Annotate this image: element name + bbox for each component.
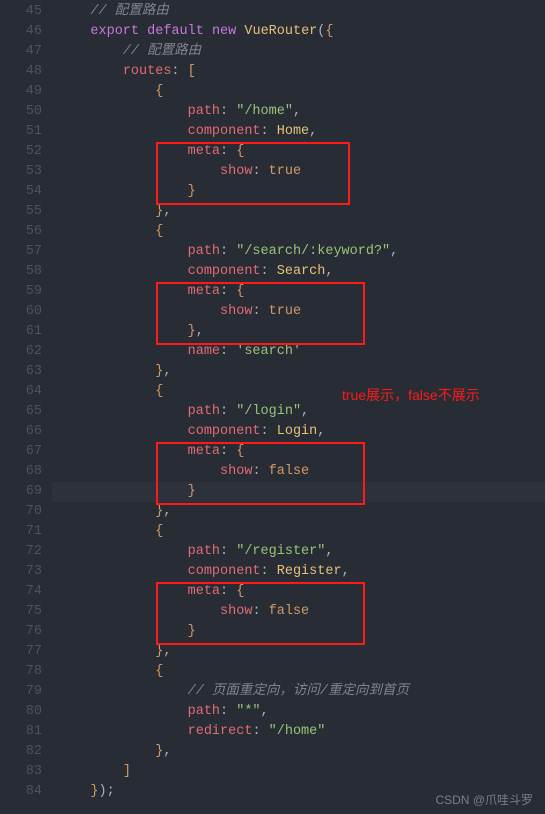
line-number: 53 — [0, 162, 42, 182]
code-line[interactable]: show: true — [52, 162, 545, 182]
code-line[interactable]: { — [52, 662, 545, 682]
code-line[interactable]: } — [52, 182, 545, 202]
code-line[interactable]: path: "/home", — [52, 102, 545, 122]
code-line[interactable]: { — [52, 222, 545, 242]
code-line[interactable]: name: 'search' — [52, 342, 545, 362]
line-number: 57 — [0, 242, 42, 262]
code-line[interactable]: meta: { — [52, 582, 545, 602]
code-line[interactable]: // 配置路由 — [52, 42, 545, 62]
line-number: 48 — [0, 62, 42, 82]
annotation-text: true展示，false不展示 — [342, 385, 480, 405]
code-line[interactable]: component: Register, — [52, 562, 545, 582]
line-number: 49 — [0, 82, 42, 102]
code-line[interactable]: { — [52, 82, 545, 102]
code-line[interactable]: meta: { — [52, 142, 545, 162]
line-number: 75 — [0, 602, 42, 622]
line-number: 84 — [0, 782, 42, 802]
line-number: 61 — [0, 322, 42, 342]
code-line[interactable]: // 配置路由 — [52, 2, 545, 22]
line-number: 55 — [0, 202, 42, 222]
line-number-gutter: 4546474849505152535455565758596061626364… — [0, 0, 52, 814]
code-editor[interactable]: 4546474849505152535455565758596061626364… — [0, 0, 545, 814]
code-line[interactable]: }, — [52, 362, 545, 382]
line-number: 67 — [0, 442, 42, 462]
line-number: 78 — [0, 662, 42, 682]
line-number: 71 — [0, 522, 42, 542]
code-line[interactable]: path: "/search/:keyword?", — [52, 242, 545, 262]
code-line[interactable]: meta: { — [52, 282, 545, 302]
line-number: 80 — [0, 702, 42, 722]
code-line[interactable]: ] — [52, 762, 545, 782]
code-area[interactable]: // 配置路由 export default new VueRouter({ /… — [52, 0, 545, 814]
code-line[interactable]: }, — [52, 202, 545, 222]
code-line[interactable]: show: true — [52, 302, 545, 322]
line-number: 63 — [0, 362, 42, 382]
code-line[interactable]: component: Home, — [52, 122, 545, 142]
code-line[interactable]: { — [52, 522, 545, 542]
code-line[interactable]: } — [52, 482, 545, 502]
line-number: 51 — [0, 122, 42, 142]
line-number: 82 — [0, 742, 42, 762]
line-number: 52 — [0, 142, 42, 162]
line-number: 73 — [0, 562, 42, 582]
code-line[interactable]: component: Login, — [52, 422, 545, 442]
watermark-prefix: CSDN — [435, 793, 469, 807]
line-number: 59 — [0, 282, 42, 302]
line-number: 56 — [0, 222, 42, 242]
line-number: 79 — [0, 682, 42, 702]
line-number: 66 — [0, 422, 42, 442]
line-number: 54 — [0, 182, 42, 202]
code-line[interactable]: path: "/register", — [52, 542, 545, 562]
line-number: 81 — [0, 722, 42, 742]
line-number: 47 — [0, 42, 42, 62]
line-number: 77 — [0, 642, 42, 662]
code-line[interactable]: }, — [52, 642, 545, 662]
line-number: 46 — [0, 22, 42, 42]
code-line[interactable]: path: "/login", — [52, 402, 545, 422]
code-line[interactable]: meta: { — [52, 442, 545, 462]
watermark: CSDN @爪哇斗罗 — [435, 791, 533, 808]
code-line[interactable]: show: false — [52, 462, 545, 482]
watermark-user: @爪哇斗罗 — [473, 793, 533, 807]
line-number: 72 — [0, 542, 42, 562]
line-number: 74 — [0, 582, 42, 602]
line-number: 45 — [0, 2, 42, 22]
line-number: 60 — [0, 302, 42, 322]
code-line[interactable]: routes: [ — [52, 62, 545, 82]
line-number: 50 — [0, 102, 42, 122]
line-number: 62 — [0, 342, 42, 362]
code-line[interactable]: path: "*", — [52, 702, 545, 722]
line-number: 68 — [0, 462, 42, 482]
code-line[interactable]: export default new VueRouter({ — [52, 22, 545, 42]
code-line[interactable]: // 页面重定向，访问/重定向到首页 — [52, 682, 545, 702]
code-line[interactable]: show: false — [52, 602, 545, 622]
line-number: 76 — [0, 622, 42, 642]
code-line[interactable]: }, — [52, 502, 545, 522]
line-number: 58 — [0, 262, 42, 282]
line-number: 69 — [0, 482, 42, 502]
code-line[interactable]: component: Search, — [52, 262, 545, 282]
code-line[interactable]: }, — [52, 322, 545, 342]
code-line[interactable]: }, — [52, 742, 545, 762]
line-number: 83 — [0, 762, 42, 782]
line-number: 64 — [0, 382, 42, 402]
code-line[interactable]: redirect: "/home" — [52, 722, 545, 742]
code-line[interactable]: } — [52, 622, 545, 642]
line-number: 70 — [0, 502, 42, 522]
line-number: 65 — [0, 402, 42, 422]
